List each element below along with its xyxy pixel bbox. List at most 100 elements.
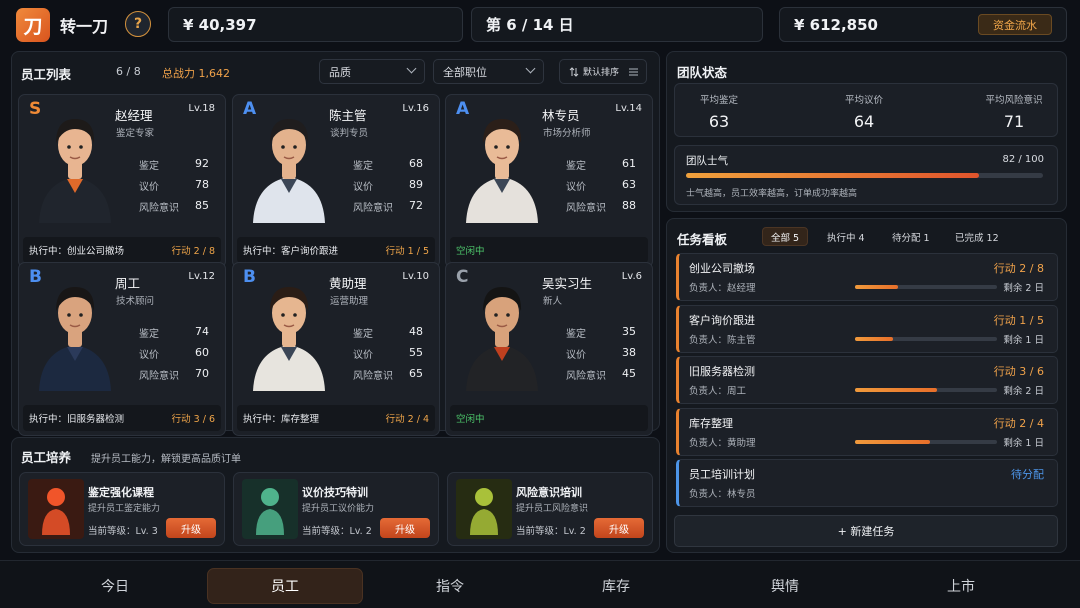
- course-name: 鉴定强化课程: [88, 486, 154, 499]
- task-progress-bar: [855, 285, 997, 289]
- staff-level: Lv.10: [402, 271, 429, 282]
- staff-card[interactable]: S Lv.18 赵经理 鉴定专家 鉴定 92 议价 78 风险意识 85 执行中：创业公司撤场…: [18, 94, 226, 268]
- task-remaining: 剩余 1 日: [1003, 334, 1044, 346]
- idle-label: 空闲中: [456, 414, 485, 425]
- avg-label: 平均议价: [844, 95, 883, 106]
- morale-note: 士气越高，员工效率越高，订单成功率越高: [686, 189, 858, 199]
- nav-staff[interactable]: 员工: [207, 568, 363, 604]
- stat-label: 风险意识: [566, 371, 606, 382]
- staff-name: 林专员: [542, 108, 580, 123]
- stat-value: 88: [622, 199, 636, 212]
- task-item[interactable]: 客户询价跟进 负责人：陈主管 行动 1 / 5 剩余 1 日: [676, 304, 1058, 353]
- tab-in-progress[interactable]: 执行中 4: [819, 227, 873, 246]
- task-item[interactable]: 库存整理 负责人：黄助理 行动 2 / 4 剩余 1 日: [676, 407, 1058, 456]
- training-card: 议价技巧特训 提升员工议价能力 当前等级：Lv. 2 升级: [233, 472, 439, 546]
- task-owner: 负责人：陈主管: [689, 334, 756, 346]
- task-name: 员工培训计划: [689, 468, 755, 481]
- task-progress: 行动 1 / 5: [993, 313, 1044, 327]
- stat-label: 议价: [139, 182, 159, 193]
- new-task-button[interactable]: + 新建任务: [674, 515, 1058, 547]
- staff-stat: 风险意识 88: [566, 199, 646, 214]
- upgrade-button[interactable]: 升级: [166, 518, 216, 538]
- stat-value: 61: [622, 157, 636, 170]
- stat-label: 鉴定: [353, 161, 373, 172]
- nav-today[interactable]: 今日: [37, 568, 193, 604]
- staff-stat: 风险意识 65: [353, 367, 433, 382]
- nav-public-opinion[interactable]: 舆情: [707, 568, 863, 604]
- training-subtitle: 提升员工能力，解锁更高品质订单: [91, 454, 241, 465]
- staff-name: 赵经理: [115, 108, 153, 123]
- tab-pending[interactable]: 待分配 1: [884, 227, 938, 246]
- sort-button[interactable]: 默认排序: [559, 59, 647, 84]
- current-task: 执行中：客户询价跟进: [243, 246, 339, 257]
- stat-value: 45: [622, 367, 636, 380]
- staff-card[interactable]: A Lv.14 林专员 市场分析师 鉴定 61 议价 63 风险意识 88 空闲中: [445, 94, 653, 268]
- day-value: 第 6 / 14 日: [486, 16, 574, 34]
- stat-value: 72: [409, 199, 423, 212]
- staff-stat: 议价 89: [353, 178, 433, 193]
- staff-grade: C: [456, 267, 469, 287]
- morale-bar-fill: [686, 173, 979, 178]
- task-item[interactable]: 创业公司撤场 负责人：赵经理 行动 2 / 8 剩余 2 日: [676, 253, 1058, 301]
- stat-value: 60: [195, 346, 209, 359]
- task-progress: 行动 3 / 6: [171, 414, 215, 425]
- staff-stat: 议价 38: [566, 346, 646, 361]
- staff-count: 6 / 8: [116, 65, 141, 78]
- task-progress: 待分配: [1011, 468, 1044, 481]
- nav-inventory[interactable]: 库存: [538, 568, 694, 604]
- staff-role: 技术顾问: [116, 296, 155, 307]
- training-title: 员工培养: [21, 450, 72, 465]
- stat-label: 风险意识: [353, 203, 393, 214]
- current-task: 执行中：库存整理: [243, 414, 320, 425]
- tab-completed[interactable]: 已完成 12: [947, 227, 1007, 246]
- staff-card[interactable]: B Lv.10 黄助理 运营助理 鉴定 48 议价 55 风险意识 65 执行中：库存整理 行动…: [232, 262, 440, 436]
- stat-label: 议价: [566, 350, 586, 361]
- upgrade-button[interactable]: 升级: [594, 518, 644, 538]
- staff-role: 谈判专员: [330, 128, 369, 139]
- question-icon: ?: [133, 16, 143, 32]
- staff-stat: 议价 55: [353, 346, 433, 361]
- tab-all[interactable]: 全部 5: [762, 227, 809, 246]
- staff-card[interactable]: A Lv.16 陈主管 谈判专员 鉴定 68 议价 89 风险意识 72 执行中：客户询价跟进…: [232, 94, 440, 268]
- staff-status: 执行中：库存整理 行动 2 / 4: [237, 405, 435, 431]
- cashflow-button[interactable]: 资金流水: [978, 14, 1052, 35]
- idle-label: 空闲中: [456, 246, 485, 257]
- task-progress-fill: [855, 336, 894, 341]
- course-name: 议价技巧特训: [302, 486, 368, 499]
- stat-label: 鉴定: [139, 329, 159, 340]
- staff-card[interactable]: C Lv.6 吴实习生 新人 鉴定 35 议价 38 风险意识 45 空闲中: [445, 262, 653, 436]
- task-item[interactable]: 员工培训计划 负责人：林专员 待分配: [676, 459, 1058, 507]
- stat-label: 风险意识: [353, 371, 393, 382]
- logo-glyph: 刀: [23, 15, 43, 38]
- stat-label: 鉴定: [139, 161, 159, 172]
- staff-title: 员工列表: [21, 67, 72, 82]
- staff-level: Lv.14: [615, 103, 642, 114]
- quality-select[interactable]: 品质: [319, 59, 425, 84]
- task-item[interactable]: 旧服务器检测 负责人：周工 行动 3 / 6 剩余 2 日: [676, 356, 1058, 404]
- total-power-label: 总战力: [162, 67, 195, 80]
- staff-card[interactable]: B Lv.12 周工 技术顾问 鉴定 74 议价 60 风险意识 70 执行中：旧服务器检测 行…: [18, 262, 226, 436]
- nav-command[interactable]: 指令: [372, 568, 528, 604]
- bottom-nav: 今日 员工 指令 库存 舆情 上市: [0, 560, 1080, 608]
- cash-display: ¥ 40,397: [168, 7, 463, 42]
- staff-status: 执行中：客户询价跟进 行动 1 / 5: [237, 237, 435, 263]
- help-button[interactable]: ?: [125, 11, 151, 37]
- upgrade-button[interactable]: 升级: [380, 518, 430, 538]
- avg-appraisal: 平均鉴定 63: [656, 92, 782, 131]
- risk-figure-icon: [456, 479, 512, 539]
- stat-label: 鉴定: [566, 329, 586, 340]
- task-name: 创业公司撤场: [689, 262, 755, 275]
- staff-stat: 风险意识 85: [139, 199, 219, 214]
- avg-value: 71: [1003, 112, 1025, 131]
- sort-label: 默认排序: [583, 68, 620, 78]
- position-select[interactable]: 全部职位: [433, 59, 544, 84]
- task-progress: 行动 2 / 8: [171, 246, 215, 257]
- position-select-value: 全部职位: [443, 65, 487, 79]
- task-remaining: 剩余 2 日: [1003, 386, 1044, 397]
- stat-value: 89: [409, 178, 423, 191]
- avg-label: 平均鉴定: [699, 95, 738, 106]
- task-owner: 负责人：周工: [689, 386, 747, 397]
- menu-icon: [629, 68, 638, 76]
- nav-ipo[interactable]: 上市: [883, 568, 1039, 604]
- task-owner: 负责人：赵经理: [689, 283, 756, 294]
